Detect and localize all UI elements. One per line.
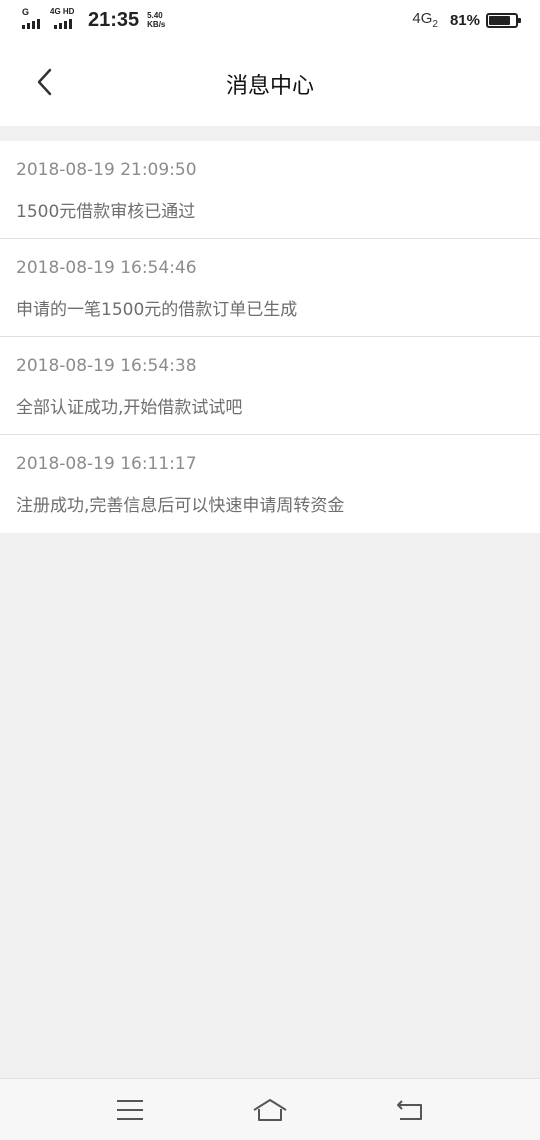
battery-percent: 81% xyxy=(449,11,480,29)
message-list: 2018-08-19 21:09:50 1500元借款审核已通过 2018-08… xyxy=(0,141,540,533)
message-text: 1500元借款审核已通过 xyxy=(16,202,196,222)
signal-sim1-icon: G xyxy=(22,7,44,31)
status-time: 21:35 xyxy=(88,8,140,31)
system-back-button[interactable] xyxy=(380,1085,440,1135)
return-icon xyxy=(397,1099,422,1120)
menu-button[interactable] xyxy=(100,1085,160,1135)
page-title: 消息中心 xyxy=(225,74,314,99)
status-right: 4G2 81% xyxy=(412,10,521,30)
speed-value: 5.40 xyxy=(147,11,163,20)
message-time: 2018-08-19 21:09:50 xyxy=(16,160,197,180)
menu-icon xyxy=(117,1099,143,1120)
message-time: 2018-08-19 16:54:46 xyxy=(16,258,197,278)
message-item[interactable]: 2018-08-19 16:11:17 注册成功,完善信息后可以快速申请周转资金 xyxy=(0,435,540,533)
sim2-label: 4G HD xyxy=(50,7,75,16)
system-navigation-bar xyxy=(0,1078,540,1140)
message-item[interactable]: 2018-08-19 16:54:46 申请的一笔1500元的借款订单已生成 xyxy=(0,239,540,337)
network-label: 4G xyxy=(412,10,433,27)
message-time: 2018-08-19 16:11:17 xyxy=(16,454,197,474)
status-left: G 4G HD 21:35 5.40 KB/s xyxy=(22,7,165,32)
message-text: 申请的一笔1500元的借款订单已生成 xyxy=(16,300,298,320)
message-text: 注册成功,完善信息后可以快速申请周转资金 xyxy=(16,496,345,516)
message-item[interactable]: 2018-08-19 16:54:38 全部认证成功,开始借款试试吧 xyxy=(0,337,540,435)
home-icon xyxy=(253,1098,287,1121)
sim1-label: G xyxy=(22,7,30,17)
header: 消息中心 xyxy=(0,40,540,126)
message-item[interactable]: 2018-08-19 21:09:50 1500元借款审核已通过 xyxy=(0,141,540,239)
network-sim: 2 xyxy=(432,19,438,30)
status-bar: G 4G HD 21:35 5.40 KB/s 4G2 81% xyxy=(0,0,540,40)
battery-icon xyxy=(486,12,521,28)
message-time: 2018-08-19 16:54:38 xyxy=(16,356,197,376)
battery-fill xyxy=(489,15,511,25)
message-text: 全部认证成功,开始借款试试吧 xyxy=(16,398,243,418)
speed-unit: KB/s xyxy=(147,20,166,29)
home-button[interactable] xyxy=(240,1085,300,1135)
network-speed: 5.40 KB/s xyxy=(147,11,165,29)
signal-sim2-icon: 4G HD xyxy=(50,7,78,31)
network-type: 4G2 xyxy=(412,10,438,30)
